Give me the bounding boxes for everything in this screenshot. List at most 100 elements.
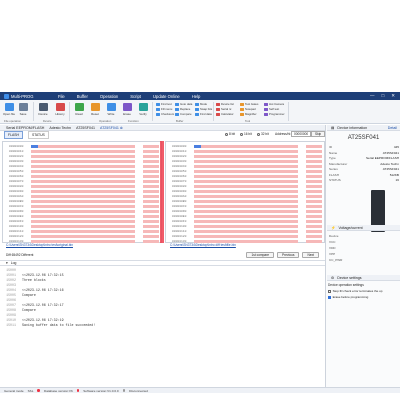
bit8-radio[interactable]: 8 bit [225,131,235,137]
log-line: 15011 Saving buffer data to file succeede… [0,323,325,328]
erase-button[interactable]: Erase [120,103,134,116]
history-button[interactable]: History [53,103,67,116]
first-compare-button[interactable]: 1st compare [246,252,275,258]
checkbox[interactable] [328,295,331,299]
read-button[interactable]: Read [72,103,86,116]
hex-ascii [306,179,322,184]
serial-nr-button[interactable]: Serial nr. [216,107,232,111]
hex-bytes [194,219,298,224]
hex-bytes [194,149,298,154]
calculator-button[interactable]: Calculator [216,112,234,116]
skip-button[interactable]: Skip [311,131,326,137]
group-label-file: File operation [4,119,21,123]
notepad-icon [240,107,244,111]
replace-button[interactable]: Replace [175,107,190,111]
hex-ascii [306,144,322,149]
status-sw-icon [76,389,80,392]
device-prop: Type Serial EEPROM/FLASH [329,156,399,161]
group-label-tool: Tool [245,119,251,123]
right-file-path[interactable]: C:\Users\SN3734\Desktop\Intro diff test\… [170,243,236,248]
hex-view-right[interactable]: 00000000 00000010 00000020 00000030 00000040… [165,141,325,244]
bit32-radio[interactable]: 32 bit [257,131,269,137]
hex-bytes [31,194,135,199]
find-text-button[interactable]: Find text [156,102,172,106]
hex-ascii [143,169,159,174]
status-db: Database version:V6 [43,388,73,393]
hex-address: 00000050 [172,169,187,173]
menu-script[interactable]: Script [124,94,147,99]
compare-button[interactable]: Compare [175,112,192,116]
tab-flash[interactable]: FLASH [4,130,23,139]
hex-ascii [143,224,159,229]
verify-icon [138,103,148,111]
notepad-button[interactable]: Notepad [240,107,256,111]
find-data-button[interactable]: Find data [195,112,212,116]
checksum-button[interactable]: Checksum [156,112,174,116]
checkbox[interactable] [328,289,331,293]
verify-button[interactable]: Verify [136,103,150,116]
device-button[interactable]: Device [36,103,50,116]
hex-ascii [143,199,159,204]
programmer-button[interactable]: Programmer [264,112,285,116]
maximize-button[interactable]: □ [382,93,385,99]
fill-icon [156,107,160,111]
hex-address: 00000060 [9,174,24,178]
tab-status[interactable]: STATUS [27,130,49,139]
address-input[interactable]: 00000000 [291,131,312,137]
next-button[interactable]: Next [302,252,319,258]
compare-status: Diff 65492 Different [6,253,34,257]
mode-button[interactable]: Mode [195,102,207,106]
goto-data-button[interactable]: Goto data [175,102,192,106]
hex-address: 00000120 [9,234,24,238]
reset-button[interactable]: Reset [88,103,102,116]
option-erase-before[interactable]: Erase before programming [328,295,399,299]
compare-icon [175,112,179,116]
log-panel[interactable]: 15000 15001 <<2023.12.06 17:32:15 15002 Thre… [0,266,325,387]
self-test-button[interactable]: Self test [264,107,279,111]
hex-ascii [143,204,159,209]
prop-value: 512KB [389,172,399,177]
prop-key: Type [329,156,336,160]
chevron-down-icon[interactable]: ▾ [6,261,8,265]
swap-bits-button[interactable]: Swap bits [195,107,212,111]
hex-ascii [306,189,322,194]
voltage-item: VPP [329,252,399,257]
hex-address: 000000D0 [172,209,187,213]
hex-ascii [306,169,322,174]
hex-bytes [194,204,298,209]
menu-update-online[interactable]: Update Online [147,94,186,99]
menu-help[interactable]: Help [186,94,207,99]
menu-file[interactable]: File [52,94,71,99]
hex-address: 00000070 [172,179,187,183]
device-list-button[interactable]: Device list [216,102,234,106]
bit16-radio[interactable]: 16 bit [240,131,252,137]
hex-address: 00000030 [9,159,24,163]
fill-menu-button[interactable]: Fill menu [156,107,172,111]
test-gates-button[interactable]: Test Gates [240,102,258,106]
open-file-button[interactable]: Open file [2,103,16,116]
list-icon [216,102,220,106]
hex-bytes [31,219,135,224]
previous-button[interactable]: Previous [277,252,300,258]
hex-view-left[interactable]: 00000000 00000010 00000020 00000030 00000040… [2,141,162,244]
detail-link[interactable]: Detail [388,126,397,130]
status-connection: Disconnected [129,388,148,393]
hot-camera-button[interactable]: Hot Camera [264,102,284,106]
self-test-icon [264,107,268,111]
hex-ascii [143,229,159,234]
left-file-path[interactable]: C:\Users\SN3734\Desktop\Intro test\origi… [6,243,73,248]
history-icon [55,103,65,111]
save-button[interactable]: Save [16,103,30,116]
menu-bar: Multi-PROG File Buffer Operation Script … [0,92,400,100]
hex-ascii [143,179,159,184]
device-link[interactable]: AT25SF041 ⊗ [100,126,123,130]
menu-buffer[interactable]: Buffer [71,94,94,99]
group-label-buffer: Buffer [176,119,184,123]
write-button[interactable]: Write [104,103,118,116]
magnifier-button[interactable]: Magnifier [240,112,257,116]
voltage-icon: ⚡ [331,225,336,230]
menu-operation[interactable]: Operation [94,94,124,99]
close-button[interactable]: ✕ [391,93,395,99]
option-stop-id[interactable]: Stop ID check error terminates the op [328,289,399,293]
minimize-button[interactable]: — [370,93,375,99]
